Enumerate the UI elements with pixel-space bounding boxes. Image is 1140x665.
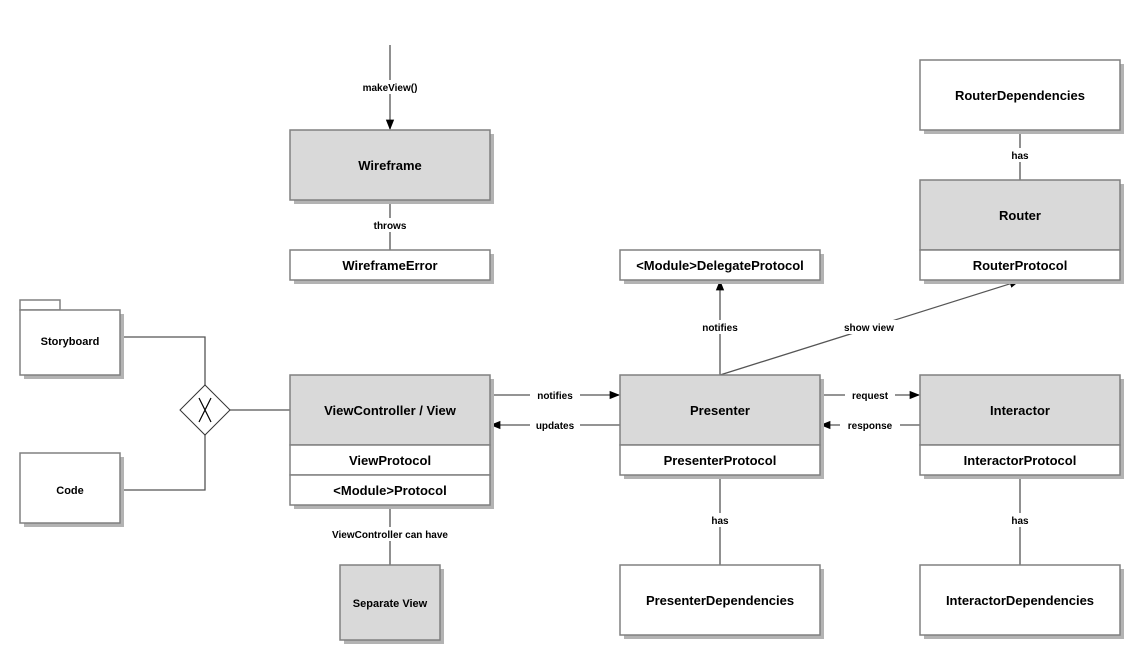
separate-view-title: Separate View: [353, 598, 428, 610]
vc-can-have-label: ViewController can have: [332, 530, 448, 541]
router-protocol-label: RouterProtocol: [973, 258, 1068, 273]
make-view-label: makeView(): [363, 83, 418, 94]
presenter-notifies-label: notifies: [702, 323, 738, 334]
module-protocol-label: <Module>Protocol: [333, 483, 446, 498]
interactor-dependencies-title: InteractorDependencies: [946, 593, 1094, 608]
presenter-has-label: has: [711, 516, 729, 527]
view-controller-title: ViewController / View: [324, 403, 457, 418]
updates-label: updates: [536, 421, 575, 432]
wireframe-title: Wireframe: [358, 158, 421, 173]
code-edge: [120, 435, 206, 491]
show-view-label: show view: [844, 323, 894, 334]
presenter-dependencies-title: PresenterDependencies: [646, 593, 794, 608]
delegate-protocol-title: <Module>DelegateProtocol: [636, 258, 804, 273]
storyboard-tab: [19, 299, 61, 311]
router-has-label: has: [1011, 151, 1029, 162]
storyboard-edge: [120, 336, 206, 385]
router-title: Router: [999, 208, 1041, 223]
router-dependencies-title: RouterDependencies: [955, 88, 1085, 103]
view-notifies-label: notifies: [537, 391, 573, 402]
interactor-title: Interactor: [990, 403, 1050, 418]
code-title: Code: [56, 485, 84, 497]
throws-label: throws: [374, 221, 407, 232]
exclusive-gateway-icon: [179, 384, 231, 436]
presenter-title: Presenter: [690, 403, 750, 418]
viper-diagram: makeView() throws has notifies show view…: [19, 45, 1124, 644]
wireframe-error-title: WireframeError: [342, 258, 437, 273]
view-protocol-label: ViewProtocol: [349, 453, 431, 468]
interactor-has-label: has: [1011, 516, 1029, 527]
presenter-protocol-label: PresenterProtocol: [664, 453, 777, 468]
interactor-protocol-label: InteractorProtocol: [964, 453, 1077, 468]
storyboard-title: Storyboard: [41, 336, 100, 348]
response-label: response: [848, 421, 893, 432]
request-label: request: [852, 391, 889, 402]
